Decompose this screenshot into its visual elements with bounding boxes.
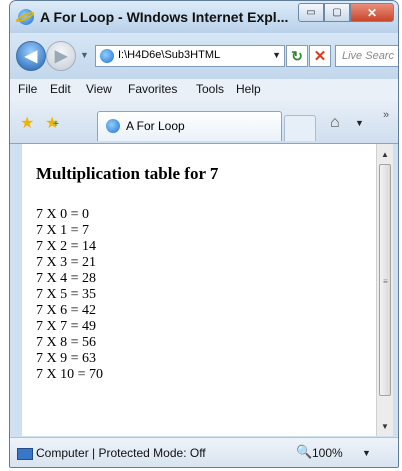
scroll-grip-icon: ≡	[383, 277, 388, 286]
history-dropdown-icon[interactable]: ▼	[80, 50, 89, 60]
menu-help[interactable]: Help	[236, 82, 261, 96]
new-tab-button[interactable]	[284, 115, 316, 141]
table-row: 7 X 0 = 0	[36, 207, 90, 222]
home-dropdown-icon[interactable]: ▼	[355, 118, 364, 128]
forward-button[interactable]: ▶	[46, 41, 76, 71]
scroll-thumb[interactable]: ≡	[379, 164, 391, 396]
close-button[interactable]: ✕	[350, 3, 394, 22]
page-icon	[100, 49, 114, 63]
table-row: 7 X 1 = 7	[36, 223, 90, 238]
tab-bar: ★ ★ + A For Loop ⌂ ▼ »	[10, 101, 398, 144]
menu-file[interactable]: File	[18, 82, 37, 96]
table-row: 7 X 6 = 42	[36, 303, 97, 318]
add-favorite-icon[interactable]: ★ +	[45, 113, 59, 133]
table-row: 7 X 10 = 70	[36, 367, 104, 382]
back-button[interactable]: ◀	[16, 41, 46, 71]
table-row: 7 X 3 = 21	[36, 255, 97, 270]
table-row: 7 X 2 = 14	[36, 239, 97, 254]
tab-label: A For Loop	[126, 119, 185, 133]
internet-explorer-icon	[18, 9, 34, 25]
table-row: 7 X 9 = 63	[36, 351, 97, 366]
window-title: A For Loop - WIndows Internet Expl...	[40, 9, 289, 25]
table-row: 7 X 7 = 49	[36, 319, 97, 334]
vertical-scrollbar[interactable]: ▲ ≡ ▼	[376, 144, 393, 436]
search-placeholder[interactable]: Live Searc	[342, 50, 394, 62]
menu-edit[interactable]: Edit	[50, 82, 71, 96]
minimize-button[interactable]: ▭	[298, 3, 324, 22]
scroll-up-icon[interactable]: ▲	[377, 146, 393, 162]
window-controls: ▭ ▢ ✕	[298, 3, 394, 22]
page-content: Multiplication table for 7 7 X 0 = 0 7 X…	[22, 144, 376, 436]
browser-window: A For Loop - WIndows Internet Expl... ▭ …	[9, 0, 399, 468]
maximize-button[interactable]: ▢	[324, 3, 350, 22]
home-icon[interactable]: ⌂	[330, 114, 340, 132]
title-bar: A For Loop - WIndows Internet Expl... ▭ …	[10, 1, 398, 33]
refresh-button[interactable]: ↻	[286, 45, 308, 67]
zoom-level[interactable]: 100%	[312, 446, 343, 460]
scroll-down-icon[interactable]: ▼	[377, 418, 393, 434]
status-bar: Computer | Protected Mode: Off 🔍 100% ▼	[10, 437, 398, 467]
menu-favorites[interactable]: Favorites	[128, 82, 177, 96]
table-row: 7 X 4 = 28	[36, 271, 97, 286]
favorites-star-icon[interactable]: ★	[20, 113, 34, 133]
zoom-dropdown-icon[interactable]: ▼	[362, 448, 371, 458]
computer-zone-icon	[17, 448, 33, 460]
search-box[interactable]: Live Searc	[335, 45, 398, 67]
navigation-bar: ◀ ▶ ▼ I:\H4D6e\Sub3HTML ▼ ↻ ✕ Live Searc	[10, 33, 398, 79]
menu-view[interactable]: View	[86, 82, 112, 96]
table-row: 7 X 5 = 35	[36, 287, 97, 302]
address-bar[interactable]: I:\H4D6e\Sub3HTML ▼	[95, 45, 285, 67]
stop-button[interactable]: ✕	[309, 45, 331, 67]
address-text[interactable]: I:\H4D6e\Sub3HTML	[118, 49, 220, 61]
page-heading: Multiplication table for 7	[36, 164, 219, 183]
tab-active[interactable]: A For Loop	[97, 111, 282, 141]
status-text: Computer | Protected Mode: Off	[36, 446, 206, 460]
zoom-icon[interactable]: 🔍	[296, 444, 312, 460]
menu-bar: File Edit View Favorites Tools Help	[10, 79, 398, 101]
toolbar-overflow-icon[interactable]: »	[383, 109, 389, 121]
menu-tools[interactable]: Tools	[196, 82, 224, 96]
table-row: 7 X 8 = 56	[36, 335, 97, 350]
multiplication-list: 7 X 0 = 0 7 X 1 = 7 7 X 2 = 14 7 X 3 = 2…	[36, 207, 103, 383]
address-dropdown-icon[interactable]: ▼	[272, 50, 281, 60]
tab-page-icon	[106, 119, 120, 133]
